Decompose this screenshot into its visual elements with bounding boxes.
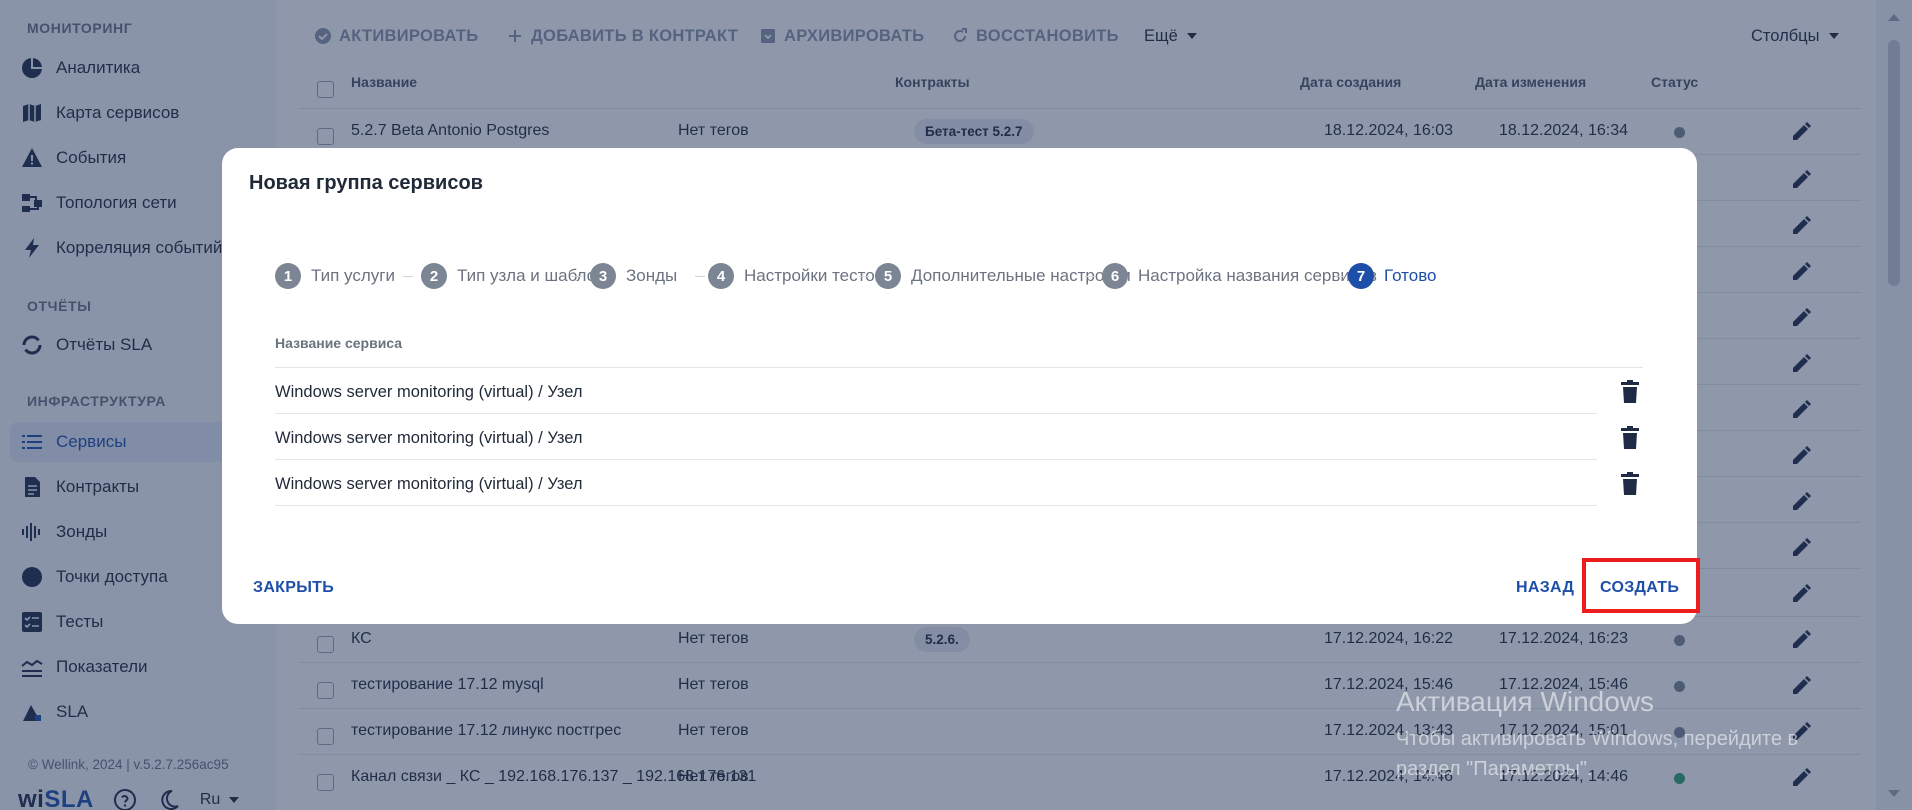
new-service-group-dialog: Новая группа сервисов 1 Тип услуги 2 Тип у… (222, 148, 1697, 624)
service-list-item: Windows server monitoring (virtual) / Уз… (275, 429, 583, 447)
back-button[interactable]: НАЗАД (1516, 579, 1574, 597)
step-separator (572, 276, 582, 277)
trash-icon[interactable] (1619, 472, 1641, 496)
trash-icon[interactable] (1619, 426, 1641, 450)
divider (275, 505, 1597, 506)
close-button[interactable]: ЗАКРЫТЬ (253, 579, 334, 597)
service-list-item: Windows server monitoring (virtual) / Уз… (275, 475, 583, 493)
dialog-title: Новая группа сервисов (249, 172, 483, 194)
step-separator (859, 276, 869, 277)
step-test-settings[interactable]: 4 Настройки тестов (708, 262, 884, 290)
divider (275, 367, 1643, 368)
trash-icon[interactable] (1619, 380, 1641, 404)
step-separator (695, 276, 705, 277)
step-probes[interactable]: 3 Зонды (590, 262, 677, 290)
divider (275, 413, 1597, 414)
step-separator (1335, 276, 1345, 277)
divider (275, 459, 1597, 460)
windows-activation-watermark: Активация Windows Чтобы активировать Win… (1396, 686, 1799, 780)
step-separator (1085, 276, 1095, 277)
step-done[interactable]: 7 Готово (1348, 262, 1437, 290)
step-separator (403, 276, 413, 277)
service-list-item: Windows server monitoring (virtual) / Уз… (275, 383, 583, 401)
create-button-highlight (1582, 558, 1700, 613)
service-name-column-header: Название сервиса (275, 335, 403, 351)
step-service-type[interactable]: 1 Тип услуги (275, 262, 395, 290)
